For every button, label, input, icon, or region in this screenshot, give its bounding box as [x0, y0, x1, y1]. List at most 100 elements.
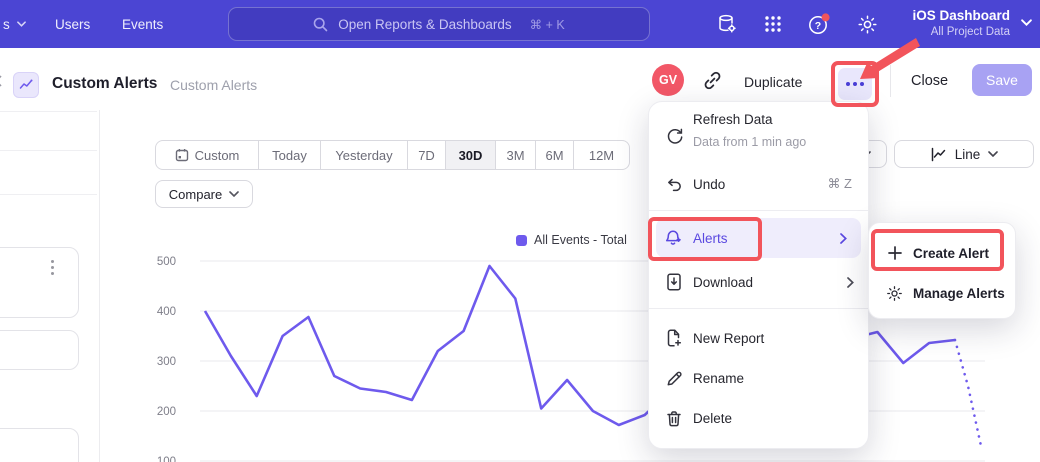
sidebar-border	[0, 111, 97, 112]
menu-item-delete[interactable]: Delete	[649, 398, 868, 438]
chevron-down-icon	[229, 191, 239, 197]
more-options-button[interactable]	[838, 68, 872, 100]
dot	[853, 82, 857, 86]
compare-button[interactable]: Compare	[155, 180, 253, 208]
nav-item-events[interactable]: Events	[122, 0, 163, 48]
search-input[interactable]: Open Reports & Dashboards ⌘ + K	[228, 7, 650, 41]
svg-text:500: 500	[157, 256, 176, 268]
legend-swatch	[516, 235, 527, 246]
plus-icon	[886, 245, 903, 262]
page-title: Custom Alerts	[52, 72, 157, 96]
menu-item-label: Alerts	[693, 231, 728, 246]
menu-item-download[interactable]: Download	[649, 262, 868, 302]
refresh-icon	[665, 127, 683, 145]
search-shortcut: ⌘ + K	[530, 17, 565, 32]
project-subtitle: All Project Data	[931, 25, 1010, 40]
date-range-label: 12M	[589, 148, 614, 163]
chevron-right-icon	[847, 277, 854, 288]
new-report-icon	[665, 329, 683, 347]
date-range-today[interactable]: Today	[259, 141, 321, 169]
data-management-icon[interactable]	[713, 10, 741, 38]
trash-icon	[665, 409, 683, 427]
svg-text:100: 100	[157, 456, 176, 462]
link-icon	[702, 70, 723, 91]
top-nav: s Users Events Open Reports & Dashboards…	[0, 0, 1040, 48]
alerts-submenu: Create Alert Manage Alerts	[868, 222, 1016, 319]
chart-type-button[interactable]: Line	[894, 140, 1034, 168]
chevron-down-icon	[17, 21, 26, 27]
svg-text:400: 400	[157, 306, 176, 318]
project-switcher[interactable]: iOS Dashboard All Project Data	[912, 6, 1010, 40]
line-chart-icon	[930, 146, 947, 163]
search-placeholder: Open Reports & Dashboards	[338, 17, 511, 32]
date-range-label: 30D	[459, 148, 483, 163]
card-options-icon[interactable]	[51, 260, 54, 275]
back-chevron-sliver-icon[interactable]	[0, 75, 2, 87]
menu-item-refresh-data[interactable]: Refresh Data Data from 1 min ago	[649, 114, 868, 158]
menu-item-rename[interactable]: Rename	[649, 358, 868, 398]
nav-partial-label: s	[3, 17, 10, 32]
menu-item-alerts[interactable]: Alerts	[656, 218, 861, 258]
save-button[interactable]: Save	[972, 64, 1032, 96]
date-range-custom[interactable]: Custom	[156, 141, 259, 169]
submenu-item-manage-alerts[interactable]: Manage Alerts	[869, 275, 1015, 311]
dot	[860, 82, 864, 86]
project-name: iOS Dashboard	[912, 6, 1010, 25]
metric-card[interactable]	[0, 247, 79, 318]
date-range-yesterday[interactable]: Yesterday	[321, 141, 408, 169]
pencil-icon	[665, 369, 683, 387]
close-button[interactable]: Close	[911, 70, 948, 92]
undo-icon	[665, 175, 683, 193]
date-range-label: Today	[272, 148, 307, 163]
settings-icon[interactable]	[853, 10, 881, 38]
svg-text:200: 200	[157, 406, 176, 418]
metric-card[interactable]	[0, 330, 79, 370]
date-range-3m[interactable]: 3M	[496, 141, 536, 169]
date-range-30d[interactable]: 30D	[446, 141, 496, 169]
menu-item-label: Undo	[693, 177, 725, 192]
header-divider	[890, 65, 891, 97]
menu-item-sublabel: Data from 1 min ago	[693, 135, 806, 149]
menu-item-label: Rename	[693, 371, 744, 386]
apps-grid-icon[interactable]	[759, 10, 787, 38]
date-range-label: Custom	[195, 148, 240, 163]
menu-separator	[649, 308, 868, 309]
chart-legend[interactable]: All Events - Total	[516, 233, 627, 247]
search-icon	[313, 17, 328, 32]
nav-item-partial[interactable]: s	[3, 0, 26, 48]
metric-card[interactable]	[0, 428, 79, 462]
submenu-item-label: Create Alert	[913, 246, 989, 261]
date-range-label: 3M	[506, 148, 524, 163]
legend-label: All Events - Total	[534, 233, 627, 247]
calendar-icon	[175, 148, 189, 162]
copy-link-button[interactable]	[702, 70, 724, 92]
menu-item-new-report[interactable]: New Report	[649, 318, 868, 358]
date-range-7d[interactable]: 7D	[408, 141, 446, 169]
menu-separator	[649, 210, 868, 211]
chevron-down-icon	[988, 151, 998, 157]
date-range-label: 6M	[545, 148, 563, 163]
download-icon	[665, 273, 683, 291]
menu-item-label: New Report	[693, 331, 764, 346]
duplicate-button[interactable]: Duplicate	[744, 71, 802, 93]
menu-item-undo[interactable]: Undo ⌘ Z	[649, 166, 868, 202]
app-window: 500400300200100 All Events - Total Custo…	[0, 0, 1040, 462]
report-header: Custom Alerts Custom Alerts GV Duplicate…	[0, 48, 1040, 110]
sidebar-row-divider	[0, 194, 97, 195]
submenu-item-create-alert[interactable]: Create Alert	[869, 235, 1015, 271]
nav-item-users[interactable]: Users	[55, 0, 90, 48]
avatar[interactable]: GV	[652, 64, 684, 96]
date-range-6m[interactable]: 6M	[536, 141, 574, 169]
breadcrumb[interactable]: Custom Alerts	[170, 73, 257, 97]
report-type-icon	[13, 72, 39, 98]
svg-text:?: ?	[815, 20, 821, 32]
sidebar-divider	[99, 110, 100, 462]
menu-item-label: Delete	[693, 411, 732, 426]
menu-item-label: Download	[693, 275, 753, 290]
date-range-12m[interactable]: 12M	[574, 141, 629, 169]
help-icon[interactable]: ?	[806, 10, 834, 38]
more-options-menu: Refresh Data Data from 1 min ago Undo ⌘ …	[648, 101, 869, 449]
submenu-item-label: Manage Alerts	[913, 286, 1005, 301]
date-range-control: Custom Today Yesterday 7D 30D 3M 6M 12M	[155, 140, 630, 170]
dot	[846, 82, 850, 86]
